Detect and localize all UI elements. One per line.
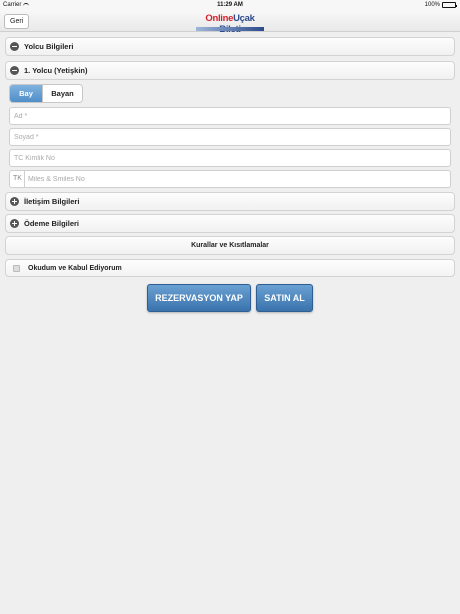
- expand-icon: [10, 219, 19, 228]
- collapse-icon: [10, 42, 19, 51]
- gender-option-bay[interactable]: Bay: [10, 85, 42, 102]
- section-label: Ödeme Bilgileri: [24, 219, 80, 228]
- last-name-input[interactable]: [9, 128, 451, 146]
- section-passenger-1[interactable]: 1. Yolcu (Yetişkin): [5, 61, 455, 80]
- battery-group: 100%: [424, 2, 457, 8]
- section-label: 1. Yolcu (Yetişkin): [24, 66, 88, 75]
- logo-text-online: Online: [205, 13, 234, 24]
- collapse-icon: [10, 66, 19, 75]
- expand-icon: [10, 197, 19, 206]
- nav-bar: Geri OnlineUçak Bileti: [0, 10, 460, 35]
- section-label: İletişim Bilgileri: [24, 197, 80, 206]
- accept-checkbox[interactable]: [13, 264, 20, 272]
- buy-button[interactable]: SATIN AL: [256, 284, 313, 312]
- section-label: Yolcu Bilgileri: [24, 42, 74, 51]
- status-time: 11:29 AM: [217, 2, 243, 8]
- gender-option-bayan[interactable]: Bayan: [42, 85, 82, 102]
- tk-prefix: TK: [10, 171, 25, 187]
- logo-underline: [196, 27, 264, 31]
- first-name-input[interactable]: [9, 107, 451, 125]
- gender-segmented-control: Bay Bayan: [9, 84, 83, 103]
- section-payment-info[interactable]: Ödeme Bilgileri: [5, 214, 455, 233]
- status-bar: Carrier 11:29 AM 100%: [0, 0, 460, 10]
- section-contact-info[interactable]: İletişim Bilgileri: [5, 192, 455, 211]
- tc-id-input[interactable]: [9, 149, 451, 167]
- back-button[interactable]: Geri: [4, 14, 30, 29]
- rules-button[interactable]: Kurallar ve Kısıtlamalar: [5, 236, 455, 255]
- accept-label: Okudum ve Kabul Ediyorum: [28, 264, 122, 272]
- section-passenger-info[interactable]: Yolcu Bilgileri: [5, 37, 455, 56]
- app-logo: OnlineUçak Bileti: [196, 13, 264, 35]
- miles-smiles-input[interactable]: [24, 175, 450, 183]
- miles-field: TK: [9, 170, 451, 188]
- battery-percent: 100%: [424, 2, 440, 8]
- battery-icon: [442, 2, 457, 8]
- reserve-button[interactable]: REZERVASYON YAP: [147, 284, 251, 312]
- accept-terms-row[interactable]: Okudum ve Kabul Ediyorum: [5, 259, 455, 277]
